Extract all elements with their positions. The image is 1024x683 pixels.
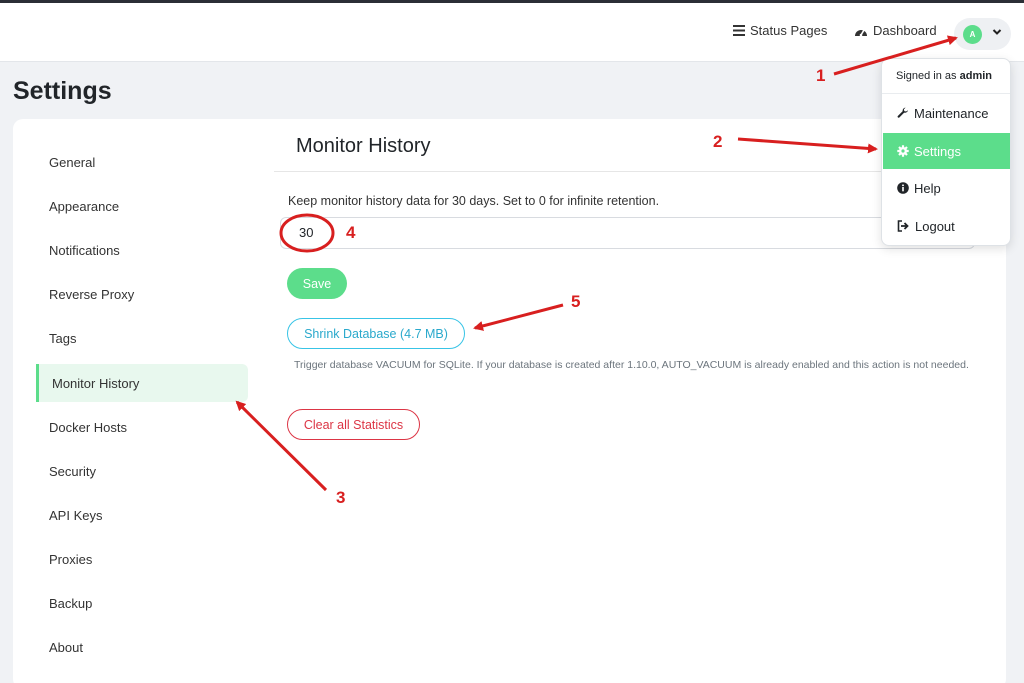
sidebar-item-label: Docker Hosts [49,419,128,435]
sidebar-item-security[interactable]: Security [36,452,248,490]
profile-dropdown-menu: Signed in as admin Maintenance Settings He… [881,58,1011,246]
signed-in-username: admin [959,70,993,82]
gear-icon [897,145,909,157]
dropdown-item-label: Maintenance [914,105,989,121]
annotation-label-3: 3 [336,488,346,507]
dropdown-item-logout[interactable]: Logout [883,208,1010,244]
dropdown-item-label: Settings [914,143,961,159]
sidebar-item-label: About [49,639,83,655]
dashboard-label: Dashboard [873,23,937,38]
sidebar-item-label: Backup [49,595,93,611]
clear-statistics-button[interactable]: Clear all Statistics [287,409,420,440]
vacuum-help-text: Trigger database VACUUM for SQLite. If y… [294,359,969,371]
sidebar-item-label: General [49,154,96,170]
info-icon [897,182,909,194]
dropdown-item-settings[interactable]: Settings [883,133,1010,169]
status-pages-link[interactable]: Status Pages [733,23,827,38]
sidebar-item-api-keys[interactable]: API Keys [36,496,248,534]
sidebar-item-label: Notifications [49,242,120,258]
status-pages-label: Status Pages [750,23,828,38]
retention-days-input[interactable]: 30 [280,217,975,249]
sidebar-item-general[interactable]: General [36,143,248,181]
sidebar-item-monitor-history[interactable]: Monitor History [36,364,248,402]
dropdown-item-help[interactable]: Help [883,170,1010,206]
sidebar-item-label: Tags [49,330,77,346]
sidebar-item-label: API Keys [49,507,103,523]
dropdown-item-maintenance[interactable]: Maintenance [883,95,1010,131]
annotation-label-4: 4 [346,223,356,242]
logout-icon [897,220,910,232]
dashboard-link[interactable]: Dashboard [854,23,937,38]
retention-hint: Keep monitor history data for 30 days. S… [288,194,660,208]
annotation-label-5: 5 [571,292,581,311]
profile-menu-toggle[interactable]: A [954,18,1011,50]
top-navbar: Status Pages Dashboard A [0,3,1024,62]
sidebar-item-label: Reverse Proxy [49,286,135,302]
section-title: Monitor History [296,135,431,157]
page-title: Settings [13,77,112,105]
dropdown-divider [882,93,1010,94]
sidebar-item-label: Monitor History [52,375,140,391]
annotation-label-1: 1 [816,66,826,85]
sidebar-item-docker-hosts[interactable]: Docker Hosts [36,408,248,446]
speedometer-icon [854,25,868,37]
sidebar-item-label: Security [49,463,96,479]
sidebar-item-backup[interactable]: Backup [36,584,248,622]
save-button[interactable]: Save [287,268,347,299]
sidebar-item-proxies[interactable]: Proxies [36,540,248,578]
annotation-label-2: 2 [713,132,723,151]
dropdown-item-label: Help [914,180,941,196]
sidebar-item-about[interactable]: About [36,628,248,666]
sidebar-item-reverse-proxy[interactable]: Reverse Proxy [36,275,248,313]
avatar: A [963,25,982,44]
signed-in-text: Signed in as admin [896,70,992,82]
wrench-icon [897,107,909,119]
section-divider [274,171,980,172]
signed-in-prefix: Signed in as [896,70,957,82]
sidebar-item-notifications[interactable]: Notifications [36,231,248,269]
chevron-down-icon [992,27,1002,37]
shrink-database-button[interactable]: Shrink Database (4.7 MB) [287,318,465,349]
dropdown-item-label: Logout [915,218,955,234]
sidebar-item-label: Proxies [49,551,93,567]
list-icon [733,25,745,36]
sidebar-item-label: Appearance [49,198,120,214]
sidebar-item-tags[interactable]: Tags [36,319,248,357]
sidebar-item-appearance[interactable]: Appearance [36,187,248,225]
